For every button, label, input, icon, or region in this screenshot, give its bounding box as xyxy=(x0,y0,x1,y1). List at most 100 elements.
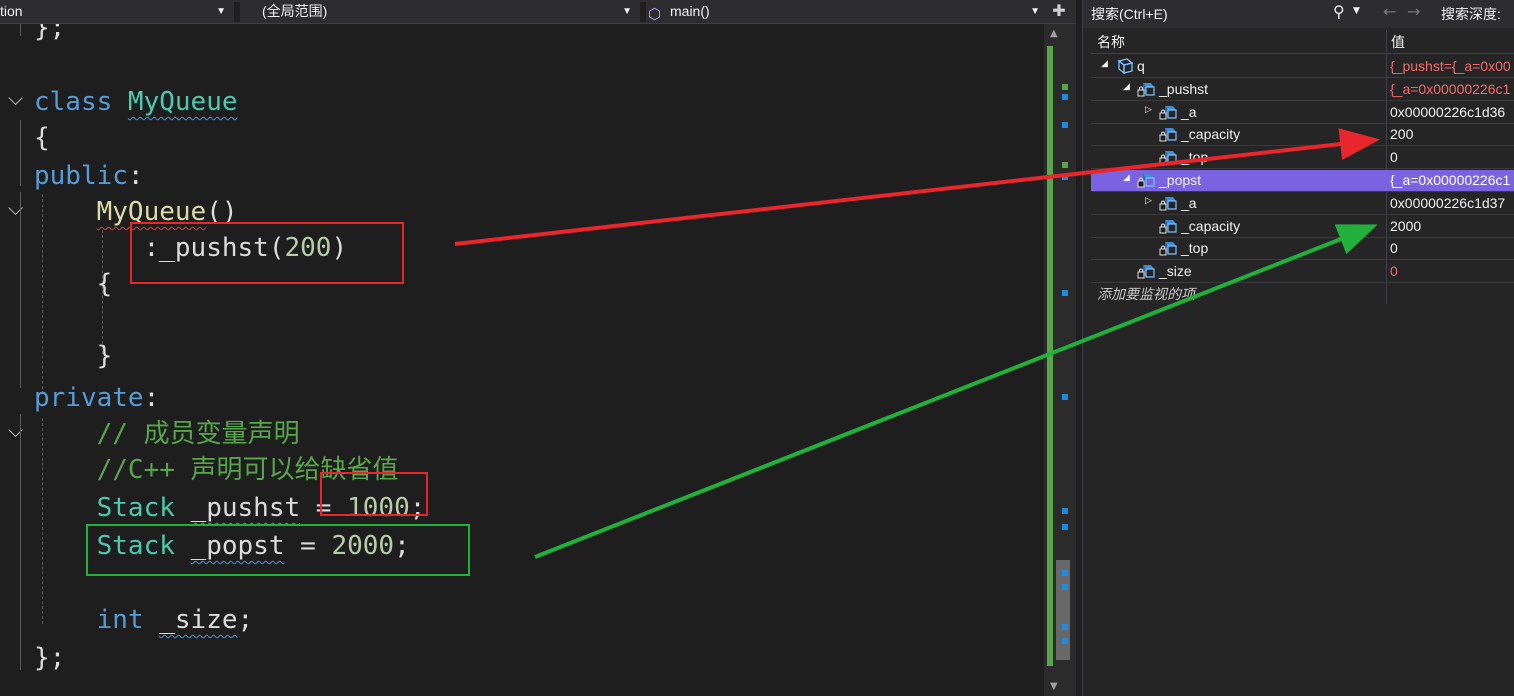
private-field-icon xyxy=(1159,218,1177,234)
watch-row[interactable]: ◢ _popst {_a=0x00000226c1 xyxy=(1091,170,1514,192)
scroll-down-icon[interactable]: ▼ xyxy=(1050,681,1058,692)
private-field-icon xyxy=(1159,126,1177,142)
watch-row-value[interactable]: 0x00000226c1d36 xyxy=(1390,104,1514,120)
private-field-icon xyxy=(1159,104,1177,120)
code-area[interactable]: ⌵ ⌵ ⌵ }; class MyQueue{public: MyQueue() … xyxy=(0,24,1044,696)
change-mark xyxy=(1062,508,1068,514)
watch-row-value[interactable]: 0 xyxy=(1390,240,1514,256)
code-line[interactable]: { xyxy=(34,120,50,156)
watch-row-name: _capacity xyxy=(1181,126,1241,143)
code-line[interactable]: { xyxy=(34,266,113,302)
collapse-triangle-icon[interactable]: ◢ xyxy=(1123,173,1130,183)
change-mark xyxy=(1062,570,1068,576)
code-token: _pushst xyxy=(190,493,301,523)
private-field-icon xyxy=(1159,149,1177,165)
change-mark xyxy=(1062,638,1068,644)
indent-guide xyxy=(20,192,21,388)
watch-row-name: _a xyxy=(1181,103,1197,120)
watch-row-value[interactable]: {_a=0x00000226c1 xyxy=(1390,81,1514,97)
watch-row-name: _top xyxy=(1181,149,1209,166)
code-line[interactable]: class MyQueue xyxy=(34,84,238,120)
change-mark xyxy=(1062,524,1068,530)
code-token: int xyxy=(96,605,144,635)
watch-row[interactable]: _top 0 xyxy=(1091,147,1514,170)
search-icon[interactable]: ⚲ xyxy=(1333,2,1345,21)
watch-row-value[interactable]: 2000 xyxy=(1390,218,1514,234)
chevron-down-icon: ▼ xyxy=(622,6,632,17)
watch-row-value[interactable]: 0x00000226c1d37 xyxy=(1390,195,1514,211)
watch-row[interactable]: ▷ _a 0x00000226c1d37 xyxy=(1091,193,1514,215)
add-watch-item[interactable]: 添加要监视的项 xyxy=(1097,284,1195,304)
code-line[interactable]: // 成员变量声明 xyxy=(34,416,300,452)
scroll-up-icon[interactable]: ▲ xyxy=(1050,28,1058,39)
watch-row-value[interactable]: 200 xyxy=(1390,126,1514,142)
collapse-triangle-icon[interactable]: ◢ xyxy=(1123,82,1130,92)
watch-row-value[interactable]: {_a=0x00000226c1 xyxy=(1390,172,1514,188)
watch-row[interactable]: _top 0 xyxy=(1091,238,1514,261)
change-margin-bar xyxy=(1047,46,1053,666)
private-field-icon xyxy=(1159,240,1177,256)
code-line[interactable]: }; xyxy=(34,24,65,46)
watch-row-name: _popst xyxy=(1159,172,1202,188)
watch-window: 搜索(Ctrl+E) ⚲ ▼ ← → 搜索深度: 名称 值 ◢ q {_pushst… xyxy=(1082,0,1514,696)
member-dropdown-label: main() xyxy=(670,3,710,19)
watch-header: 名称 值 xyxy=(1091,30,1514,54)
code-token: } xyxy=(34,341,113,371)
code-token: class xyxy=(34,87,128,117)
code-line[interactable]: } xyxy=(34,338,113,374)
back-arrow-icon[interactable]: ← xyxy=(1383,2,1396,21)
project-dropdown[interactable]: tion ▼ xyxy=(0,0,234,23)
code-line[interactable]: }; xyxy=(34,640,65,676)
code-line[interactable]: int _size; xyxy=(34,602,254,638)
fold-collapse-icon[interactable]: ⌵ xyxy=(8,86,23,110)
indent-guide xyxy=(20,24,21,36)
search-input[interactable]: 搜索(Ctrl+E) xyxy=(1091,4,1168,24)
code-token: private xyxy=(34,383,144,413)
code-line[interactable]: public: xyxy=(34,158,144,194)
code-token: { xyxy=(34,269,113,299)
watch-row-value[interactable]: 0 xyxy=(1390,149,1514,165)
watch-row-value[interactable]: {_pushst={_a=0x00 xyxy=(1390,58,1514,74)
watch-row-value[interactable]: 0 xyxy=(1390,263,1514,279)
watch-row[interactable]: ◢ q {_pushst={_a=0x00 xyxy=(1091,56,1514,78)
indent-guide xyxy=(20,414,21,670)
expand-triangle-icon[interactable]: ▷ xyxy=(1145,105,1152,115)
variable-object-icon xyxy=(1115,58,1134,75)
code-line[interactable]: private: xyxy=(34,380,159,416)
watch-row[interactable]: _capacity 2000 xyxy=(1091,216,1514,238)
split-window-icon[interactable]: ✚ xyxy=(1048,0,1070,23)
expand-triangle-icon[interactable]: ▷ xyxy=(1145,196,1152,206)
watch-row-name: _top xyxy=(1181,240,1209,257)
change-mark xyxy=(1062,84,1068,90)
code-token: : xyxy=(143,383,160,413)
code-token: }; xyxy=(34,643,66,673)
chevron-down-icon[interactable]: ▼ xyxy=(1353,6,1360,16)
watch-row-name: q xyxy=(1137,58,1145,74)
change-mark xyxy=(1062,162,1068,168)
code-editor[interactable]: tion ▼ (全局范围) ▼ ⬡ main() ▼ ✚ ⌵ ⌵ ⌵ }; cla… xyxy=(0,0,1076,696)
chevron-down-icon: ▼ xyxy=(216,6,226,17)
code-token: { xyxy=(34,123,50,153)
editor-scrollbar[interactable]: ▲ ▼ xyxy=(1044,24,1076,696)
method-cube-icon: ⬡ xyxy=(648,6,662,23)
code-token: _size xyxy=(159,605,238,635)
column-header-value[interactable]: 值 xyxy=(1391,32,1405,52)
highlight-box-initializer xyxy=(130,222,404,284)
scope-dropdown[interactable]: (全局范围) ▼ xyxy=(240,0,640,23)
watch-row[interactable]: ▷ _a 0x00000226c1d36 xyxy=(1091,102,1514,124)
member-dropdown[interactable]: ⬡ main() ▼ xyxy=(646,0,1048,23)
watch-row[interactable]: ◢ _pushst {_a=0x00000226c1 xyxy=(1091,79,1514,101)
collapse-triangle-icon[interactable]: ◢ xyxy=(1101,59,1108,69)
column-header-name[interactable]: 名称 xyxy=(1097,32,1125,52)
change-mark xyxy=(1062,624,1068,630)
forward-arrow-icon[interactable]: → xyxy=(1407,2,1420,21)
watch-row[interactable]: _size 0 xyxy=(1091,261,1514,284)
watch-row[interactable]: _capacity 200 xyxy=(1091,124,1514,147)
code-token: MyQueue xyxy=(127,87,238,117)
private-field-icon xyxy=(1137,81,1155,97)
